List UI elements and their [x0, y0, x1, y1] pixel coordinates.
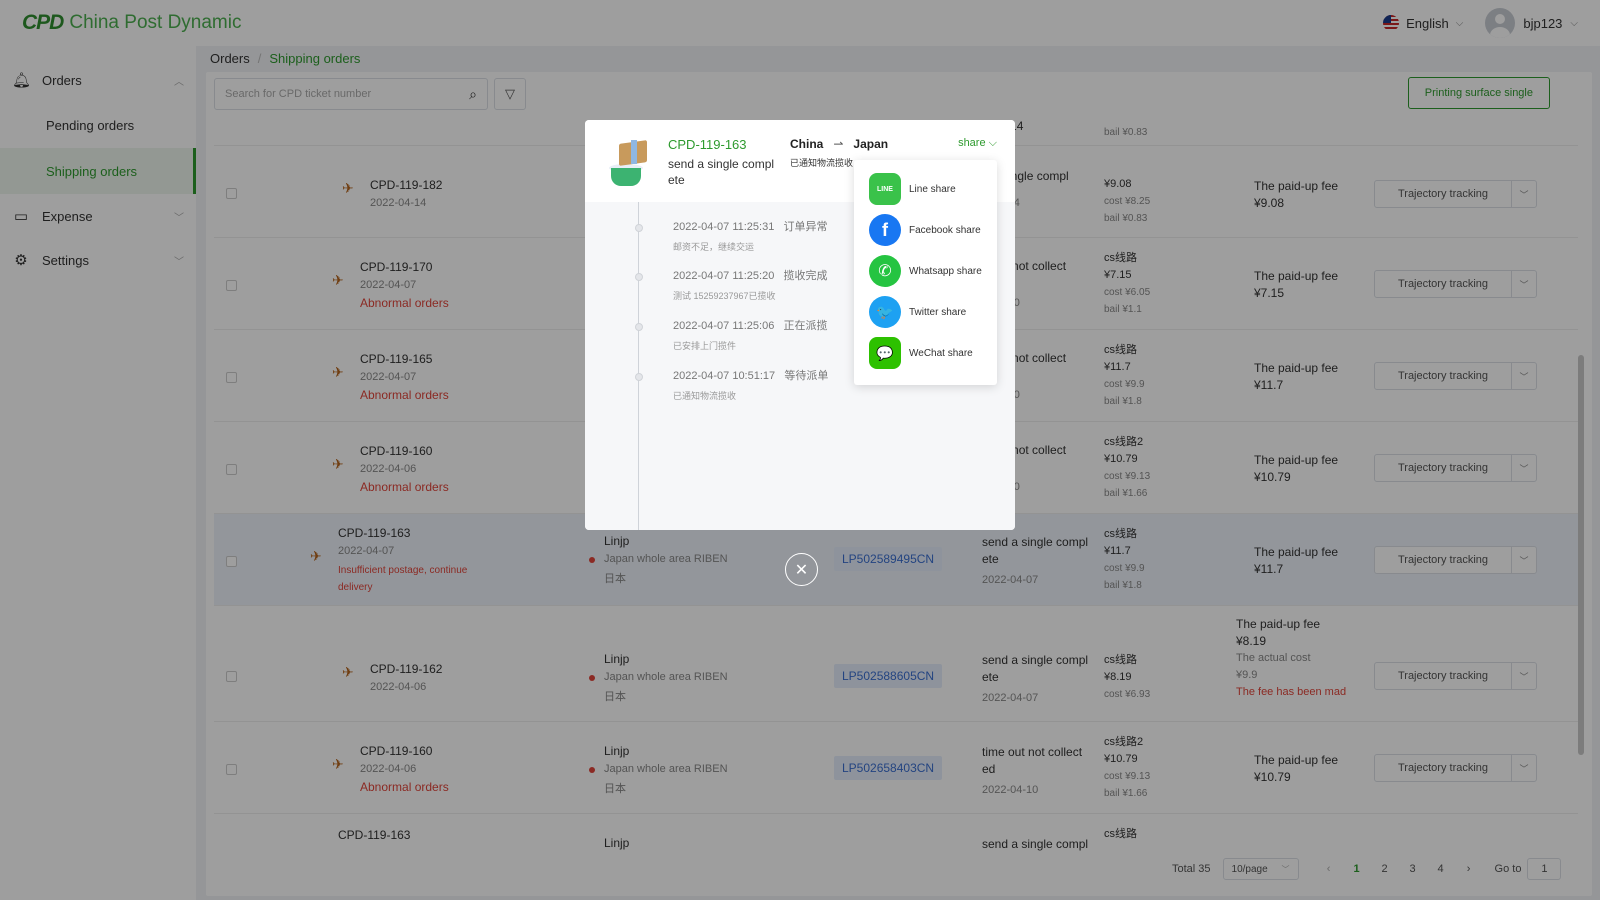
share-whatsapp[interactable]: ✆ Whatsapp share	[869, 255, 982, 287]
event-time: 2022-04-07 11:25:31	[673, 221, 775, 233]
modal-status: send a single compl ete	[668, 157, 775, 187]
share-line[interactable]: LINE Line share	[869, 173, 956, 205]
facebook-icon: f	[869, 214, 901, 246]
share-option-label: Line share	[909, 183, 956, 195]
timeline-dot	[635, 373, 643, 381]
chevron-down-icon: ⌵	[988, 137, 997, 149]
twitter-icon: 🐦	[869, 296, 901, 328]
share-option-label: Whatsapp share	[909, 265, 982, 277]
event-desc: 测试 15259237967已揽收	[673, 291, 776, 301]
parcel-icon	[609, 138, 657, 190]
destination-country: Japan	[853, 137, 889, 151]
share-option-label: Twitter share	[909, 306, 967, 318]
event-time: 2022-04-07 11:25:20	[673, 270, 775, 282]
event-desc: 已通知物流揽收	[673, 391, 737, 401]
share-dropdown[interactable]: share ⌵	[958, 137, 997, 150]
share-label: share	[958, 137, 986, 149]
event-time: 2022-04-07 10:51:17	[673, 370, 776, 382]
share-facebook[interactable]: f Facebook share	[869, 214, 981, 246]
modal-order-number: CPD-119-163	[668, 137, 747, 152]
share-menu: LINE Line share f Facebook share ✆ Whats…	[854, 160, 997, 385]
event-desc: 已安排上门揽件	[673, 341, 737, 351]
timeline-dot	[635, 273, 643, 281]
whatsapp-icon: ✆	[869, 255, 901, 287]
origin-country: China	[790, 137, 824, 151]
line-icon: LINE	[869, 173, 901, 205]
event-title: 订单异常	[783, 221, 828, 233]
timeline-dot	[635, 224, 643, 232]
share-option-label: WeChat share	[909, 347, 973, 359]
event-desc: 邮资不足，继续交运	[673, 242, 755, 252]
wechat-icon: 💬	[869, 337, 901, 369]
event-title: 正在派揽	[783, 320, 828, 332]
event-title: 揽收完成	[783, 270, 828, 282]
event-time: 2022-04-07 11:25:06	[673, 320, 775, 332]
share-option-label: Facebook share	[909, 224, 981, 236]
close-modal-button[interactable]: ✕	[785, 553, 818, 586]
arrow-right-icon: ⇀	[833, 137, 844, 151]
share-wechat[interactable]: 💬 WeChat share	[869, 337, 973, 369]
timeline-dot	[635, 323, 643, 331]
route-summary: China ⇀ Japan	[790, 137, 888, 151]
timeline-line	[638, 202, 639, 530]
share-twitter[interactable]: 🐦 Twitter share	[869, 296, 966, 328]
event-title: 等待派单	[784, 370, 829, 382]
close-icon: ✕	[794, 561, 809, 579]
modal-note: 已通知物流揽收	[790, 158, 854, 168]
